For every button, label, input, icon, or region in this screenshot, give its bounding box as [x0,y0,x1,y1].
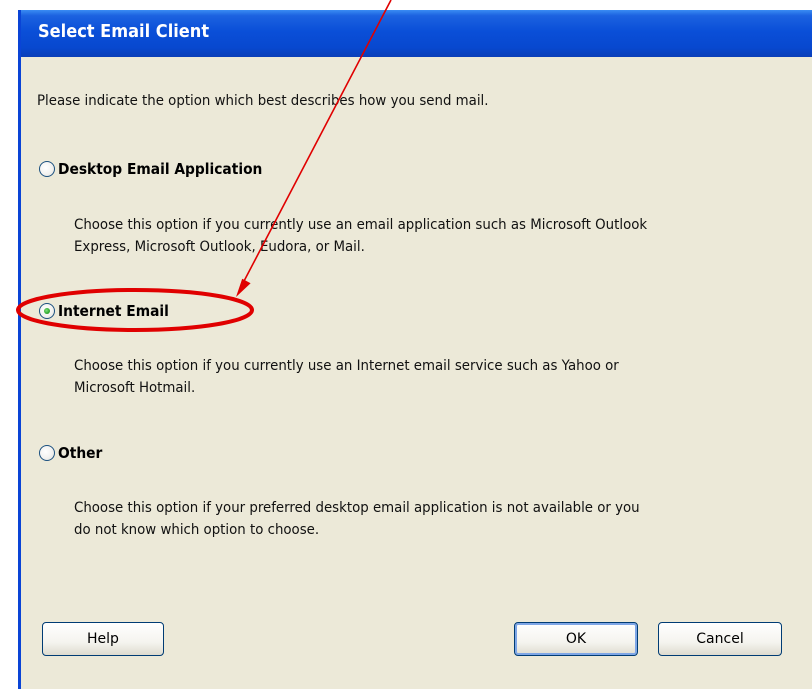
description-line: do not know which option to choose. [74,522,320,538]
internet-email-label[interactable]: Internet Email [58,302,169,320]
option-other[interactable]: Other [39,442,106,464]
cancel-button[interactable]: Cancel [658,622,782,656]
select-email-client-dialog: Select Email Client Please indicate the … [18,10,812,689]
desktop-email-label[interactable]: Desktop Email Application [58,160,262,178]
option-desktop-email[interactable]: Desktop Email Application [39,158,280,180]
desktop-email-radio[interactable] [39,161,55,177]
ok-button[interactable]: OK [514,622,638,656]
desktop-email-description: Choose this option if you currently use … [74,214,647,258]
description-line: Microsoft Hotmail. [74,380,196,396]
dialog-title: Select Email Client [38,21,210,42]
description-line: Choose this option if your preferred des… [74,500,640,516]
option-internet-email[interactable]: Internet Email [39,300,179,322]
screenshot-page: Select Email Client Please indicate the … [0,0,812,689]
other-description: Choose this option if your preferred des… [74,497,640,541]
help-button[interactable]: Help [42,622,164,656]
description-line: Express, Microsoft Outlook, Eudora, or M… [74,239,365,255]
description-line: Choose this option if you currently use … [74,217,648,233]
internet-email-radio[interactable] [39,303,55,319]
dialog-title-bar[interactable]: Select Email Client [21,10,812,57]
internet-email-description: Choose this option if you currently use … [74,355,619,399]
other-radio[interactable] [39,445,55,461]
intro-text: Please indicate the option which best de… [37,93,489,109]
description-line: Choose this option if you currently use … [74,358,619,374]
other-label[interactable]: Other [58,444,102,462]
